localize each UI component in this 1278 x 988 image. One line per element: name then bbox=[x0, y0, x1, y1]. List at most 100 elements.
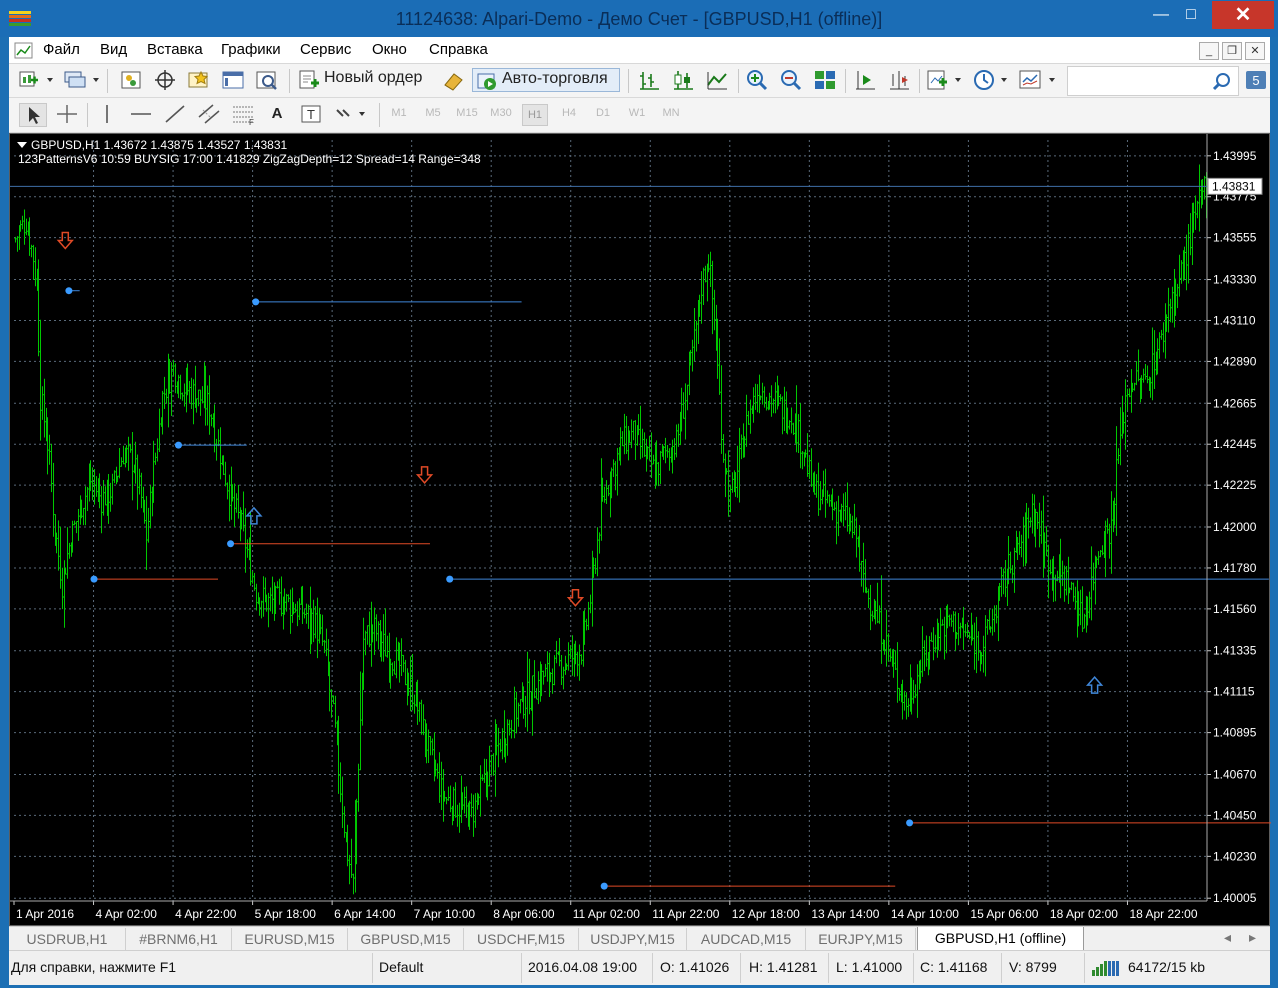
y-tick-label: 1.42890 bbox=[1213, 354, 1257, 368]
y-tick-label: 1.41560 bbox=[1213, 602, 1257, 616]
sell-signal-arrow bbox=[566, 588, 585, 607]
x-tick-label: 12 Apr 18:00 bbox=[732, 907, 800, 921]
timeframe-m1[interactable]: M1 bbox=[386, 107, 412, 119]
timeframe-w1[interactable]: W1 bbox=[624, 107, 650, 119]
mdi-close-button[interactable]: ✕ bbox=[1245, 42, 1265, 60]
tab-usdchf-m15[interactable]: USDCHF,M15 bbox=[464, 928, 579, 950]
tile-windows-icon[interactable] bbox=[811, 68, 839, 92]
status-datetime: 2016.04.08 19:00 bbox=[528, 959, 637, 975]
price-chart[interactable]: 1.439951.437751.435551.433301.431101.428… bbox=[10, 134, 1271, 927]
mdi-minimize-button[interactable]: _ bbox=[1199, 42, 1219, 60]
indicators-icon[interactable] bbox=[925, 68, 965, 92]
y-tick-label: 1.42225 bbox=[1213, 478, 1257, 492]
search-input[interactable] bbox=[1067, 66, 1239, 96]
arrows-icon[interactable] bbox=[331, 102, 371, 126]
menu-view[interactable]: Вид bbox=[100, 41, 127, 58]
x-tick-label: 15 Apr 06:00 bbox=[970, 907, 1038, 921]
candlestick-icon[interactable] bbox=[669, 68, 697, 92]
x-tick-label: 14 Apr 10:00 bbox=[891, 907, 959, 921]
buy-signal-arrow bbox=[245, 506, 263, 525]
pivot-low-marker bbox=[227, 540, 235, 548]
new-chart-icon[interactable] bbox=[17, 68, 55, 92]
timeframe-m15[interactable]: M15 bbox=[454, 107, 480, 119]
x-tick-label: 7 Apr 10:00 bbox=[414, 907, 476, 921]
timeframe-m5[interactable]: M5 bbox=[420, 107, 446, 119]
menu-file[interactable]: Файл bbox=[43, 41, 80, 58]
templates-icon[interactable] bbox=[1017, 68, 1059, 92]
x-tick-label: 11 Apr 02:00 bbox=[573, 907, 640, 921]
title-bar: 11124638: Alpari-Demo - Демо Счет - [GBP… bbox=[0, 0, 1278, 37]
tab-usdjpy-m15[interactable]: USDJPY,M15 bbox=[579, 928, 687, 950]
timeframe-h1[interactable]: H1 bbox=[522, 104, 548, 126]
timeframe-d1[interactable]: D1 bbox=[590, 107, 616, 119]
text-icon[interactable]: A bbox=[263, 102, 291, 126]
chart-window[interactable]: 1.43995 1.43775 1.43555 1.43330 1.43110 1.428… bbox=[9, 133, 1271, 927]
x-tick-label: 4 Apr 22:00 bbox=[175, 907, 237, 921]
periods-icon[interactable] bbox=[971, 68, 1011, 92]
autotrading-icon bbox=[477, 73, 496, 90]
new-order-button[interactable]: Новый ордер bbox=[297, 68, 433, 92]
strategy-tester-icon[interactable] bbox=[253, 68, 281, 92]
y-tick-label: 1.40230 bbox=[1213, 849, 1257, 863]
tab-gbpusd-h1-offline[interactable]: GBPUSD,H1 (offline) bbox=[917, 927, 1084, 951]
menu-insert[interactable]: Вставка bbox=[147, 41, 203, 58]
tab-eurjpy-m15[interactable]: EURJPY,M15 bbox=[806, 928, 916, 950]
status-bar: Для справки, нажмите F1 Default 2016.04.… bbox=[9, 950, 1270, 985]
autoscroll-icon[interactable] bbox=[885, 68, 913, 92]
status-low: L: 1.41000 bbox=[836, 959, 903, 975]
crosshair-navigator-icon[interactable] bbox=[151, 68, 179, 92]
autotrading-button[interactable]: Авто-торговля bbox=[472, 68, 620, 92]
crosshair-icon[interactable] bbox=[53, 102, 81, 126]
market-watch-icon[interactable] bbox=[117, 68, 145, 92]
window-title: 11124638: Alpari-Demo - Демо Счет - [GBP… bbox=[395, 9, 883, 29]
tab-audcad-m15[interactable]: AUDCAD,M15 bbox=[687, 928, 806, 950]
timeframe-h4[interactable]: H4 bbox=[556, 107, 582, 119]
horizontal-line-icon[interactable] bbox=[127, 102, 155, 126]
tab-eurusd-m15[interactable]: EURUSD,M15 bbox=[232, 928, 348, 950]
status-profile[interactable]: Default bbox=[379, 959, 423, 975]
tabs-scroll-right-button[interactable]: ▸ bbox=[1249, 929, 1256, 946]
chart-shift-icon[interactable] bbox=[851, 68, 879, 92]
maximize-button[interactable]: □ bbox=[1168, 1, 1214, 29]
zoom-in-icon[interactable] bbox=[743, 68, 771, 92]
terminal-window: 11124638: Alpari-Demo - Демо Счет - [GBP… bbox=[0, 0, 1278, 988]
menu-charts[interactable]: Графики bbox=[221, 41, 281, 58]
connection-status-icon[interactable] bbox=[1092, 958, 1124, 978]
menu-help[interactable]: Справка bbox=[429, 41, 488, 58]
cursor-icon[interactable] bbox=[19, 103, 47, 127]
status-high: H: 1.41281 bbox=[749, 959, 818, 975]
favorites-icon[interactable] bbox=[185, 68, 213, 92]
menu-tools[interactable]: Сервис bbox=[300, 41, 351, 58]
line-chart-icon[interactable] bbox=[703, 68, 731, 92]
tabs-scroll-left-button[interactable]: ◂ bbox=[1224, 929, 1231, 946]
signal-icon[interactable]: 5 bbox=[1245, 68, 1267, 92]
tab-usdrub-h1[interactable]: USDRUB,H1 bbox=[9, 928, 126, 950]
profiles-icon[interactable] bbox=[61, 68, 101, 92]
timeframe-mn[interactable]: MN bbox=[658, 107, 684, 119]
vertical-line-icon[interactable] bbox=[93, 102, 121, 126]
autotrading-label: Авто-торговля bbox=[502, 70, 608, 87]
equidistant-channel-icon[interactable] bbox=[195, 102, 223, 126]
status-volume: V: 8799 bbox=[1009, 959, 1057, 975]
search-icon[interactable] bbox=[1212, 72, 1232, 92]
terminal-icon[interactable] bbox=[219, 68, 247, 92]
tab-gbpusd-m15[interactable]: GBPUSD,M15 bbox=[348, 928, 464, 950]
new-order-label: Новый ордер bbox=[324, 69, 423, 86]
y-tick-label: 1.42000 bbox=[1213, 520, 1257, 534]
y-tick-label: 1.40895 bbox=[1213, 726, 1257, 740]
close-button[interactable]: ✕ bbox=[1212, 1, 1274, 29]
bar-chart-icon[interactable] bbox=[635, 68, 663, 92]
metaeditor-icon[interactable] bbox=[441, 68, 467, 92]
fibonacci-icon[interactable]: F bbox=[229, 102, 257, 126]
trendline-icon[interactable] bbox=[161, 102, 189, 126]
zoom-out-icon[interactable] bbox=[777, 68, 805, 92]
buy-signal-arrow bbox=[1085, 676, 1104, 694]
y-tick-label: 1.42665 bbox=[1213, 396, 1257, 410]
text-label-icon[interactable]: T bbox=[297, 102, 325, 126]
chart-info-collapse-icon[interactable] bbox=[17, 142, 27, 148]
timeframe-m30[interactable]: M30 bbox=[488, 107, 514, 119]
chart-window-icon[interactable] bbox=[14, 41, 34, 61]
mdi-restore-button[interactable]: ❐ bbox=[1222, 42, 1242, 60]
menu-window[interactable]: Окно bbox=[372, 41, 407, 58]
tab-brnm6-h1[interactable]: #BRNM6,H1 bbox=[126, 928, 232, 950]
